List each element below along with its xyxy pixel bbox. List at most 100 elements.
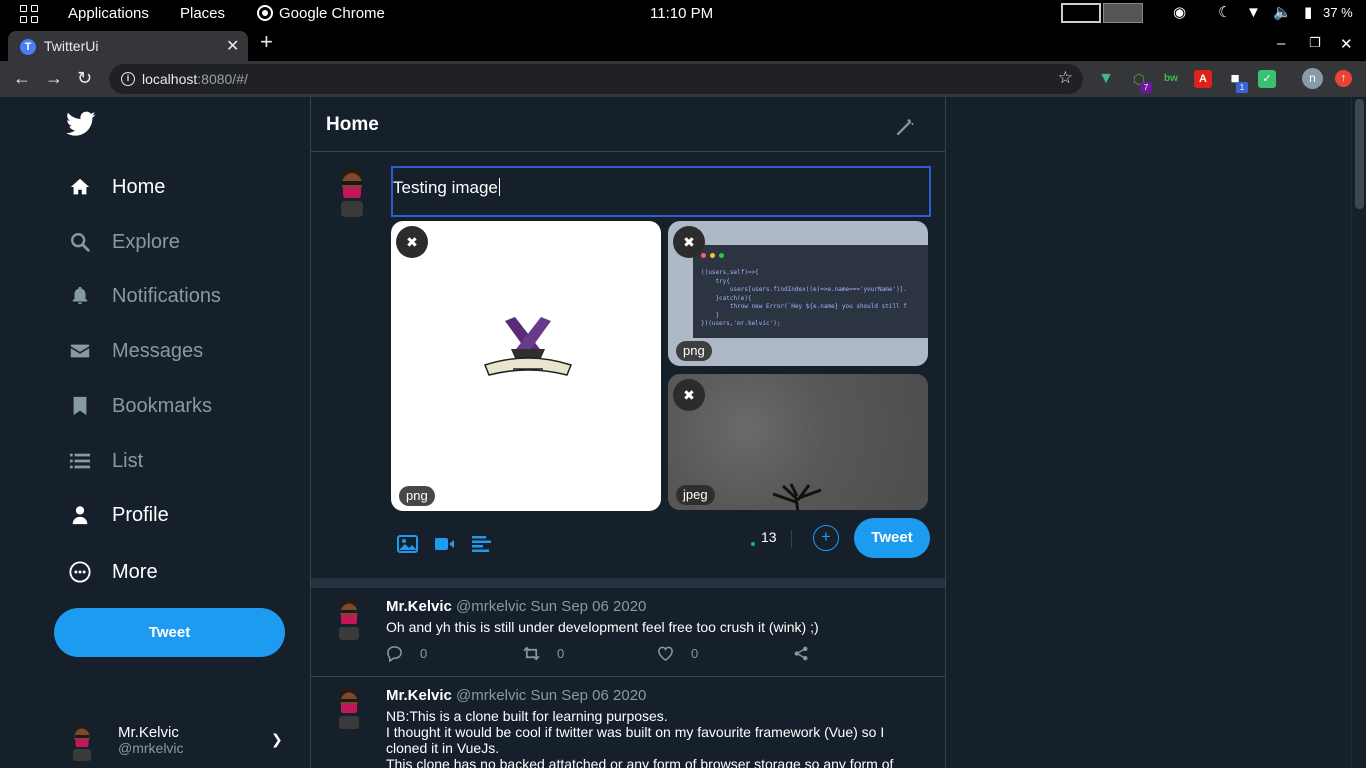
tab-favicon: T [20,39,36,55]
tab-title: TwitterUi [44,38,99,54]
compose-tweet-button[interactable]: Tweet [854,518,930,558]
account-name: Mr.Kelvic [118,724,179,741]
wifi-icon[interactable]: ▼ [1246,5,1261,21]
more-circle-icon [68,560,92,584]
char-progress-ring [751,542,755,546]
vue-devtools-icon[interactable]: ▼ [1097,70,1115,88]
avatar [339,689,359,729]
reply-count: 0 [420,646,428,661]
video-icon[interactable] [434,535,455,553]
workspace-2[interactable] [1103,3,1143,23]
bookmark-star-icon[interactable]: ☆ [1058,68,1073,88]
media-preview[interactable]: ✖ jpeg [668,374,928,510]
section-divider [311,578,945,588]
sidebar-item-label: Home [112,175,166,198]
volume-icon[interactable]: 🔈 [1273,5,1292,21]
chevron-down-icon[interactable]: ❯ [271,731,283,748]
tweet[interactable]: Mr.Kelvic @mrkelvic Sun Sep 06 2020 Oh a… [311,588,945,677]
reply-button[interactable]: 0 [386,645,427,662]
maximize-icon[interactable]: ❐ [1309,35,1321,51]
tweet[interactable]: Mr.Kelvic @mrkelvic Sun Sep 06 2020 NB:T… [311,677,945,768]
like-count: 0 [691,646,699,661]
account-switcher[interactable]: Mr.Kelvic @mrkelvic ❯ [66,723,296,763]
close-icon[interactable]: ✕ [226,36,239,56]
retweet-icon [523,646,540,661]
sidebar: Home Explore Notifications Messages Book… [0,97,310,768]
retweet-count: 0 [557,646,565,661]
bw-extension-icon[interactable]: bw [1162,70,1180,88]
sidebar-item-label: Bookmarks [112,394,213,417]
poll-icon[interactable] [471,535,492,553]
page-scrollbar[interactable] [1351,97,1366,768]
app-grid-icon[interactable] [20,5,38,23]
sparkle-icon[interactable] [895,117,915,137]
camera-icon[interactable]: ◉ [1173,5,1186,21]
forward-arrow-icon[interactable]: → [45,67,63,89]
share-button[interactable] [793,645,827,662]
share-icon [794,646,808,661]
night-mode-icon[interactable]: ☾ [1218,5,1231,21]
bell-icon [68,284,92,308]
update-icon[interactable]: ↑ [1335,70,1352,87]
compose-toolbar [397,535,492,553]
retweet-button[interactable]: 0 [523,645,564,662]
add-thread-button[interactable]: + [813,525,839,551]
comment-icon [387,646,402,662]
tweet-author-name[interactable]: Mr.Kelvic [386,687,452,704]
user-icon [68,503,92,527]
twitter-logo-icon[interactable] [66,111,96,137]
workspace-1[interactable] [1061,3,1101,23]
applications-menu[interactable]: Applications [68,5,149,22]
site-info-icon[interactable]: i [121,72,135,86]
media-preview[interactable]: ((users,self)=>{ try{ users[users.findIn… [668,221,928,366]
window-close-icon[interactable]: ✕ [1340,35,1353,53]
tweet-date: Sun Sep 06 2020 [530,598,647,615]
places-menu[interactable]: Places [180,5,225,22]
page-title: Home [326,114,379,135]
tree-silhouette [772,483,822,510]
image-icon[interactable] [397,535,418,553]
sidebar-item-bookmarks[interactable]: Bookmarks [68,394,212,418]
minimize-icon[interactable]: – [1277,35,1285,52]
remove-media-button[interactable]: ✖ [673,379,705,411]
sidebar-item-home[interactable]: Home [68,175,165,199]
back-arrow-icon[interactable]: ← [13,67,31,89]
sidebar-item-notifications[interactable]: Notifications [68,284,221,308]
battery-icon[interactable]: ▮ [1304,5,1312,21]
avatar [73,726,91,761]
sidebar-item-profile[interactable]: Profile [68,503,169,527]
tweet-author-name[interactable]: Mr.Kelvic [386,598,452,615]
scrollbar-thumb[interactable] [1355,99,1364,209]
compose-textarea[interactable]: Testing image [391,166,931,217]
shield-extension-icon[interactable]: ✓ [1258,70,1276,88]
sidebar-item-messages[interactable]: Messages [68,339,203,363]
sidebar-item-label: Notifications [112,284,221,307]
media-preview[interactable]: ✖ png [391,221,661,511]
sidebar-item-more[interactable]: More [68,560,158,584]
clock[interactable]: 11:10 PM [650,5,713,22]
chrome-icon [257,5,273,21]
forever-gloves-image [484,317,572,376]
media-format-badge: jpeg [676,485,715,505]
bookmark-icon [68,394,92,418]
tweet-text: NB:This is a clone built for learning pu… [386,708,894,768]
system-top-bar: Applications Places Google Chrome 11:10 … [0,0,1366,27]
sidebar-tweet-button[interactable]: Tweet [54,608,285,657]
reload-icon[interactable]: ↻ [77,67,92,89]
profile-avatar[interactable]: n [1302,68,1323,89]
sidebar-item-explore[interactable]: Explore [68,230,180,254]
browser-tab[interactable]: T TwitterUi ✕ [8,31,248,61]
translate-extension-icon[interactable]: A [1194,70,1212,88]
tweet-text: Oh and yh this is still under developmen… [386,619,819,635]
media-format-badge: png [676,341,712,361]
media-format-badge: png [399,486,435,506]
active-app-label[interactable]: Google Chrome [279,5,385,22]
address-bar[interactable]: i localhost:8080/#/ ☆ [109,64,1083,94]
sidebar-item-list[interactable]: List [68,449,143,473]
timeline-header: Home [311,97,945,152]
remove-media-button[interactable]: ✖ [673,226,705,258]
sidebar-item-label: List [112,449,144,472]
like-button[interactable]: 0 [657,645,698,662]
new-tab-plus-icon[interactable]: + [260,30,273,54]
remove-media-button[interactable]: ✖ [396,226,428,258]
